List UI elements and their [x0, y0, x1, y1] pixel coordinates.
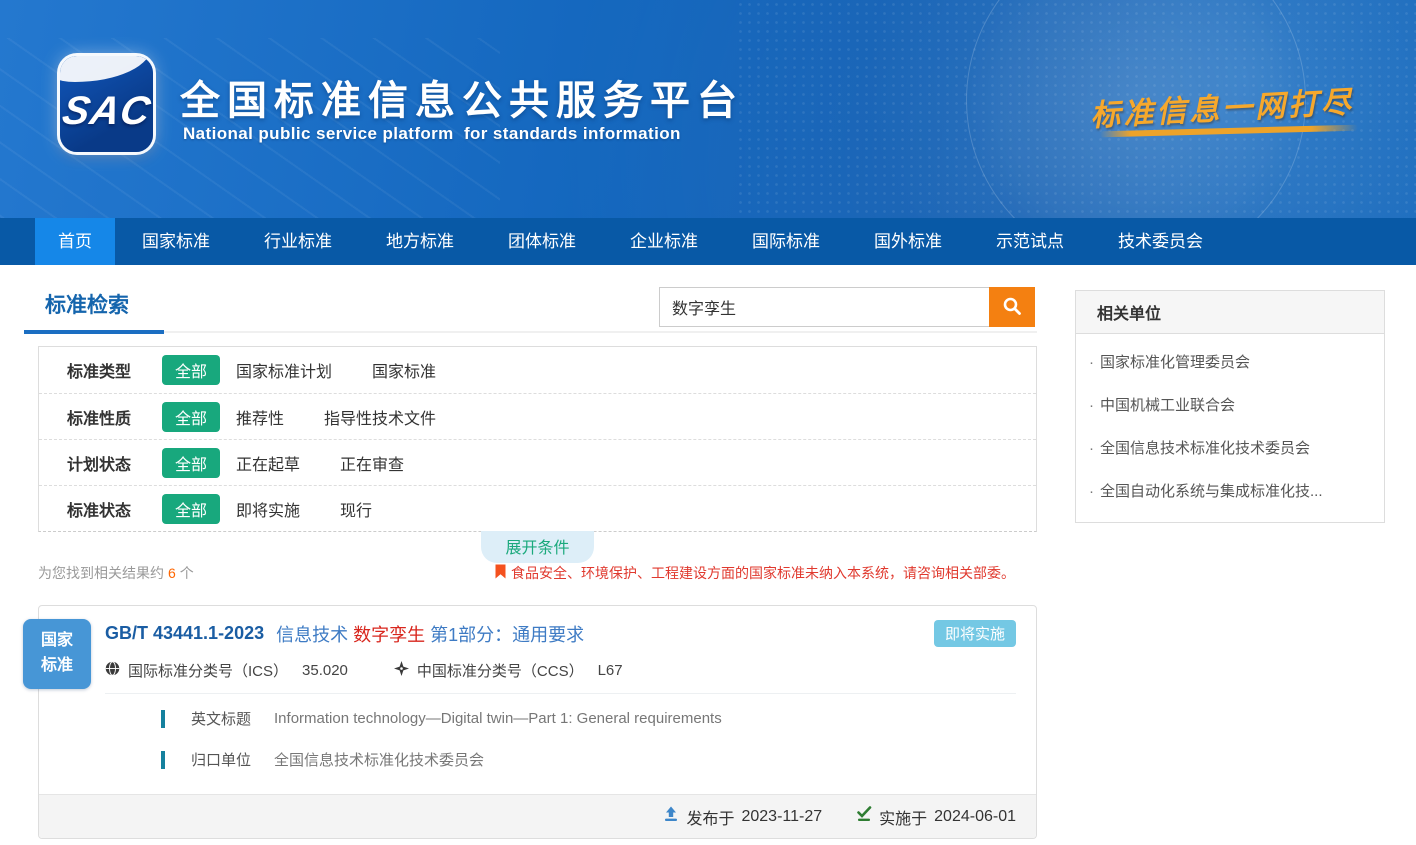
- bookmark-icon: [495, 564, 506, 582]
- filter-row-standard-status: 标准状态 全部 即将实施 现行: [39, 485, 1036, 531]
- filter-panel: 标准类型 全部 国家标准计划 国家标准 标准性质 全部 推荐性 指导性技术文件 …: [38, 346, 1037, 532]
- row-accent-bar: [161, 751, 165, 769]
- search-section-header: 标准检索: [38, 285, 1037, 333]
- check-icon: [856, 806, 872, 827]
- related-unit-item[interactable]: ·中国机械工业联合会: [1076, 383, 1384, 426]
- search-input[interactable]: [659, 287, 989, 327]
- nav-tab-pilot-program[interactable]: 示范试点: [969, 218, 1091, 265]
- committee-row: 归口单位 全国信息技术标准化技术委员会: [161, 749, 1016, 770]
- nav-tab-international-standards[interactable]: 国际标准: [725, 218, 847, 265]
- publish-date-item: 发布于 2023-11-27: [663, 805, 822, 829]
- standard-code[interactable]: GB/T 43441.1-2023: [105, 623, 264, 644]
- ccs-value: L67: [598, 662, 623, 679]
- globe-icon: [105, 661, 128, 680]
- ics-label: 国际标准分类号（ICS）: [128, 660, 288, 681]
- filter-selected-all-badge[interactable]: 全部: [162, 355, 220, 385]
- search-button[interactable]: [989, 287, 1035, 327]
- expand-conditions-button[interactable]: 展开条件: [481, 531, 593, 563]
- bullet: ·: [1089, 354, 1094, 371]
- filter-option[interactable]: 国家标准计划: [236, 358, 332, 382]
- filter-label: 计划状态: [67, 451, 162, 475]
- magnifier-icon: [1002, 296, 1022, 319]
- committee-value: 全国信息技术标准化技术委员会: [274, 749, 484, 770]
- english-title-row: 英文标题 Information technology—Digital twin…: [161, 708, 1016, 729]
- standard-title[interactable]: 信息技术 数字孪生 第1部分：通用要求: [276, 621, 584, 647]
- nav-tab-national-standards[interactable]: 国家标准: [115, 218, 237, 265]
- nav-tab-group-standards[interactable]: 团体标准: [481, 218, 603, 265]
- sac-logo-text: SAC: [60, 89, 153, 134]
- result-count-number: 6: [168, 565, 176, 581]
- banner-slogan: 标准信息一网打尽: [1090, 84, 1390, 128]
- english-title-value: Information technology—Digital twin—Part…: [274, 710, 722, 727]
- search-term-highlight: 数字孪生: [353, 625, 425, 645]
- result-count: 为您找到相关结果约6个: [38, 563, 194, 583]
- compass-icon: [394, 661, 417, 680]
- site-banner: SAC 全国标准信息公共服务平台 National public service…: [0, 0, 1416, 218]
- committee-label: 归口单位: [191, 749, 251, 770]
- implement-date-item: 实施于 2024-06-01: [856, 805, 1016, 829]
- filter-option[interactable]: 现行: [340, 497, 372, 521]
- filter-row-standard-type: 标准类型 全部 国家标准计划 国家标准: [39, 347, 1036, 393]
- standard-result-card: 国家标准 GB/T 43441.1-2023 信息技术 数字孪生 第1部分：通用…: [38, 605, 1037, 839]
- related-unit-item[interactable]: ·全国自动化系统与集成标准化技...: [1076, 469, 1384, 512]
- filter-option[interactable]: 国家标准: [372, 358, 436, 382]
- filter-selected-all-badge[interactable]: 全部: [162, 448, 220, 478]
- standard-type-tag: 国家标准: [23, 619, 91, 689]
- ics-value: 35.020: [302, 662, 348, 679]
- filter-selected-all-badge[interactable]: 全部: [162, 402, 220, 432]
- filter-label: 标准状态: [67, 497, 162, 521]
- related-units-title: 相关单位: [1076, 291, 1384, 334]
- nav-tab-enterprise-standards[interactable]: 企业标准: [603, 218, 725, 265]
- nav-tab-home[interactable]: 首页: [35, 218, 115, 265]
- filter-row-plan-status: 计划状态 全部 正在起草 正在审查: [39, 439, 1036, 485]
- notice-text: 食品安全、环境保护、工程建设方面的国家标准未纳入本系统，请咨询相关部委。: [511, 563, 1015, 583]
- related-unit-item[interactable]: ·全国信息技术标准化技术委员会: [1076, 426, 1384, 469]
- nav-tab-local-standards[interactable]: 地方标准: [359, 218, 481, 265]
- bullet: ·: [1089, 440, 1094, 457]
- row-accent-bar: [161, 710, 165, 728]
- related-units-panel: 相关单位 ·国家标准化管理委员会 ·中国机械工业联合会 ·全国信息技术标准化技术…: [1075, 290, 1385, 523]
- section-title: 标准检索: [45, 289, 129, 319]
- implement-label: 实施于: [879, 805, 927, 829]
- ics-classification: 国际标准分类号（ICS） 35.020: [105, 660, 348, 681]
- publish-date: 2023-11-27: [741, 808, 822, 826]
- filter-label: 标准性质: [67, 405, 162, 429]
- site-subtitle: National public service platform for sta…: [183, 124, 681, 144]
- filter-option[interactable]: 正在审查: [340, 451, 404, 475]
- nav-tab-foreign-standards[interactable]: 国外标准: [847, 218, 969, 265]
- site-title: 全国标准信息公共服务平台: [180, 68, 744, 126]
- sac-logo: SAC: [60, 56, 153, 152]
- section-title-underline: [24, 330, 164, 334]
- main-nav: 首页 国家标准 行业标准 地方标准 团体标准 企业标准 国际标准 国外标准 示范…: [0, 218, 1416, 265]
- filter-option[interactable]: 正在起草: [236, 451, 300, 475]
- search-box: [659, 287, 1035, 327]
- filter-option[interactable]: 指导性技术文件: [324, 405, 436, 429]
- publish-icon: [663, 806, 679, 827]
- filter-option[interactable]: 即将实施: [236, 497, 300, 521]
- ccs-classification: 中国标准分类号（CCS） L67: [394, 660, 623, 681]
- publish-label: 发布于: [686, 805, 734, 829]
- system-notice: 食品安全、环境保护、工程建设方面的国家标准未纳入本系统，请咨询相关部委。: [495, 563, 1015, 583]
- filter-selected-all-badge[interactable]: 全部: [162, 494, 220, 524]
- ccs-label: 中国标准分类号（CCS）: [417, 660, 584, 681]
- filter-option[interactable]: 推荐性: [236, 405, 284, 429]
- bullet: ·: [1089, 483, 1094, 500]
- nav-tab-industry-standards[interactable]: 行业标准: [237, 218, 359, 265]
- nav-tab-technical-committees[interactable]: 技术委员会: [1091, 218, 1230, 265]
- filter-row-standard-nature: 标准性质 全部 推荐性 指导性技术文件: [39, 393, 1036, 439]
- bullet: ·: [1089, 397, 1094, 414]
- implement-date: 2024-06-01: [934, 808, 1016, 826]
- english-title-label: 英文标题: [191, 708, 251, 729]
- status-badge: 即将实施: [934, 620, 1016, 647]
- card-footer: 发布于 2023-11-27 实施于 2024-06-01: [39, 794, 1036, 838]
- filter-label: 标准类型: [67, 358, 162, 382]
- related-unit-item[interactable]: ·国家标准化管理委员会: [1076, 340, 1384, 383]
